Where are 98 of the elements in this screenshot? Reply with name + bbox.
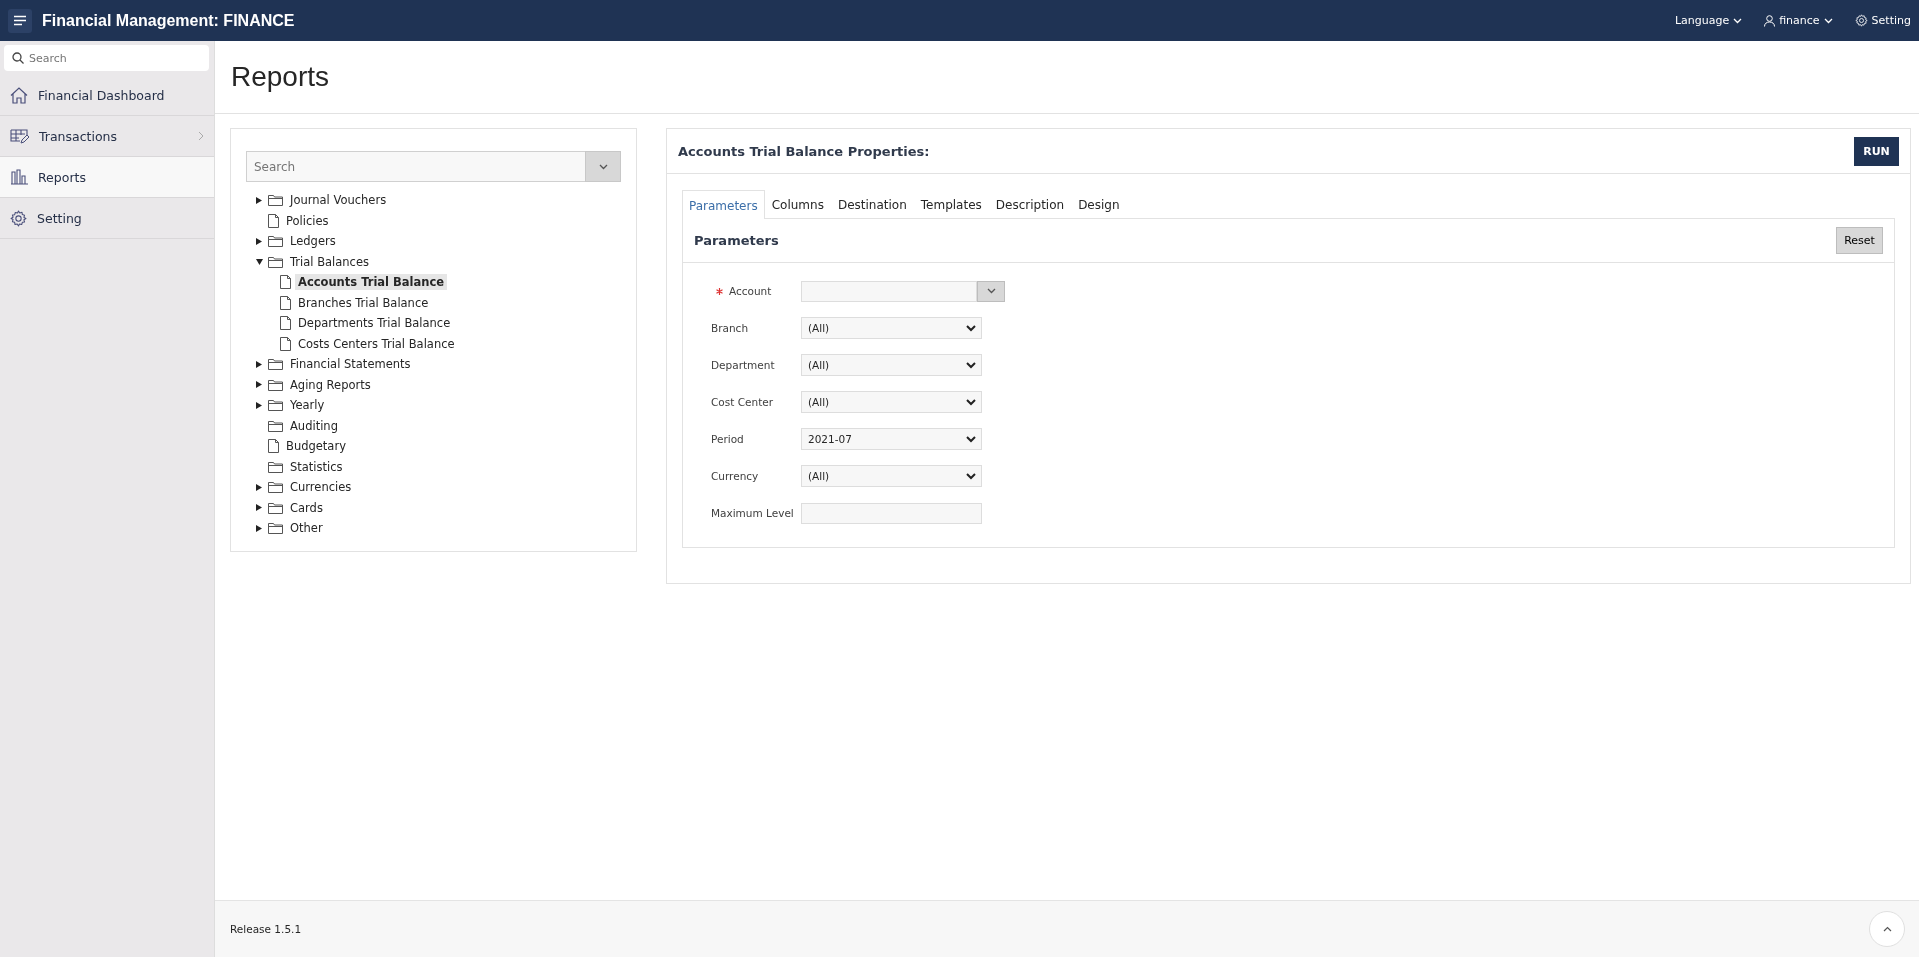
home-icon <box>10 86 28 104</box>
chevron-down-icon <box>598 163 608 170</box>
region-title: Parameters <box>694 233 779 248</box>
tree-item[interactable]: Cards <box>287 499 326 516</box>
tree-item[interactable]: Departments Trial Balance <box>295 315 454 332</box>
tree-item[interactable]: Ledgers <box>287 233 339 250</box>
dropdown-button[interactable] <box>977 280 1005 302</box>
tree-item[interactable]: Accounts Trial Balance <box>295 274 448 291</box>
nav-item[interactable]: Setting <box>0 198 214 239</box>
tab[interactable]: Columns <box>764 189 831 218</box>
tree-item[interactable]: Aging Reports <box>287 376 374 393</box>
chevron-down-icon <box>966 324 976 332</box>
table-pencil-icon <box>10 127 29 145</box>
nav-item[interactable]: Reports <box>0 157 214 198</box>
folder-icon <box>268 501 283 514</box>
input-field[interactable] <box>801 280 977 302</box>
folder-icon <box>268 481 283 494</box>
field-label: Cost Center <box>711 396 774 408</box>
input-field[interactable] <box>801 502 982 524</box>
document-icon <box>268 439 279 454</box>
panel-title: Accounts Trial Balance Properties: <box>678 143 930 159</box>
triangle-right-icon[interactable] <box>256 196 262 204</box>
document-icon <box>280 336 291 351</box>
select-field[interactable]: (All) <box>801 354 982 376</box>
folder-icon <box>268 399 283 412</box>
menu-icon <box>13 15 27 26</box>
tab[interactable]: Description <box>988 189 1072 218</box>
tree-item[interactable]: Trial Balances <box>287 253 372 270</box>
run-button[interactable]: RUN <box>1854 136 1899 166</box>
folder-icon <box>268 378 283 391</box>
triangle-down-icon[interactable] <box>256 258 263 265</box>
chevron-down-icon <box>986 288 996 294</box>
field-label: Maximum Level <box>711 507 794 519</box>
chevron-down-icon <box>966 361 976 369</box>
folder-icon <box>268 522 283 535</box>
app-title: Financial Management: FINANCE <box>42 11 295 30</box>
language-menu[interactable]: Language <box>1674 14 1743 27</box>
field-label: Currency <box>711 470 759 482</box>
tree-item[interactable]: Auditing <box>287 417 341 434</box>
select-field[interactable]: (All) <box>801 317 982 339</box>
tab[interactable]: Design <box>1071 189 1127 218</box>
chevron-down-icon <box>966 472 976 480</box>
settings-icon <box>10 209 27 227</box>
document-icon <box>280 295 291 310</box>
tree-item[interactable]: Other <box>287 520 326 537</box>
triangle-right-icon[interactable] <box>256 483 262 491</box>
chevron-down-icon <box>966 435 976 443</box>
tab[interactable]: Templates <box>913 189 989 218</box>
menu-button[interactable] <box>8 8 32 33</box>
triangle-right-icon[interactable] <box>256 504 262 512</box>
select-field[interactable]: 2021-07 <box>801 428 982 450</box>
search-field[interactable]: Search <box>246 151 585 182</box>
field-label: Period <box>711 433 744 445</box>
settings-icon <box>1854 14 1868 27</box>
triangle-right-icon[interactable] <box>256 360 262 368</box>
chevron-up-icon <box>1882 926 1892 932</box>
folder-icon <box>268 194 283 207</box>
tree-item[interactable]: Journal Vouchers <box>287 192 390 209</box>
tree-item[interactable]: Statistics <box>287 458 346 475</box>
tab[interactable]: Parameters <box>682 190 765 219</box>
bar-chart-icon <box>10 169 28 185</box>
select-field[interactable]: (All) <box>801 391 982 413</box>
reset-button[interactable]: Reset <box>1836 227 1883 254</box>
tab[interactable]: Destination <box>830 189 914 218</box>
folder-icon <box>268 419 283 432</box>
field-label: Account <box>729 285 772 297</box>
tree-item[interactable]: Policies <box>283 212 332 229</box>
field-label: Branch <box>711 322 749 334</box>
folder-icon <box>268 235 283 248</box>
triangle-right-icon[interactable] <box>256 524 262 532</box>
triangle-right-icon[interactable] <box>256 237 262 245</box>
document-icon <box>268 213 279 228</box>
tree-item[interactable]: Currencies <box>287 479 355 496</box>
chevron-down-icon <box>1733 17 1743 24</box>
field-label: Department <box>711 359 775 371</box>
triangle-right-icon[interactable] <box>256 401 262 409</box>
search-field[interactable]: Search <box>4 45 209 71</box>
release-text: Release 1.5.1 <box>230 923 302 935</box>
tree-item[interactable]: Financial Statements <box>287 356 414 373</box>
user-icon <box>1764 14 1776 27</box>
tree-item[interactable]: Costs Centers Trial Balance <box>295 335 458 352</box>
user-menu[interactable]: finance <box>1764 14 1833 27</box>
document-icon <box>280 316 291 331</box>
folder-icon <box>268 255 283 268</box>
triangle-right-icon[interactable] <box>256 381 262 389</box>
tree-item[interactable]: Branches Trial Balance <box>295 294 432 311</box>
nav-item[interactable]: Financial Dashboard <box>0 75 214 116</box>
setting-link[interactable]: Setting <box>1854 14 1911 27</box>
folder-icon <box>268 460 283 473</box>
chevron-down-icon <box>966 398 976 406</box>
document-icon <box>280 275 291 290</box>
chevron-down-icon <box>1823 17 1833 24</box>
folder-icon <box>268 358 283 371</box>
tree-item[interactable]: Budgetary <box>283 438 349 455</box>
search-icon <box>12 52 24 64</box>
select-field[interactable]: (All) <box>801 465 982 487</box>
tree-item[interactable]: Yearly <box>287 397 328 414</box>
page-title: Reports <box>231 61 330 93</box>
